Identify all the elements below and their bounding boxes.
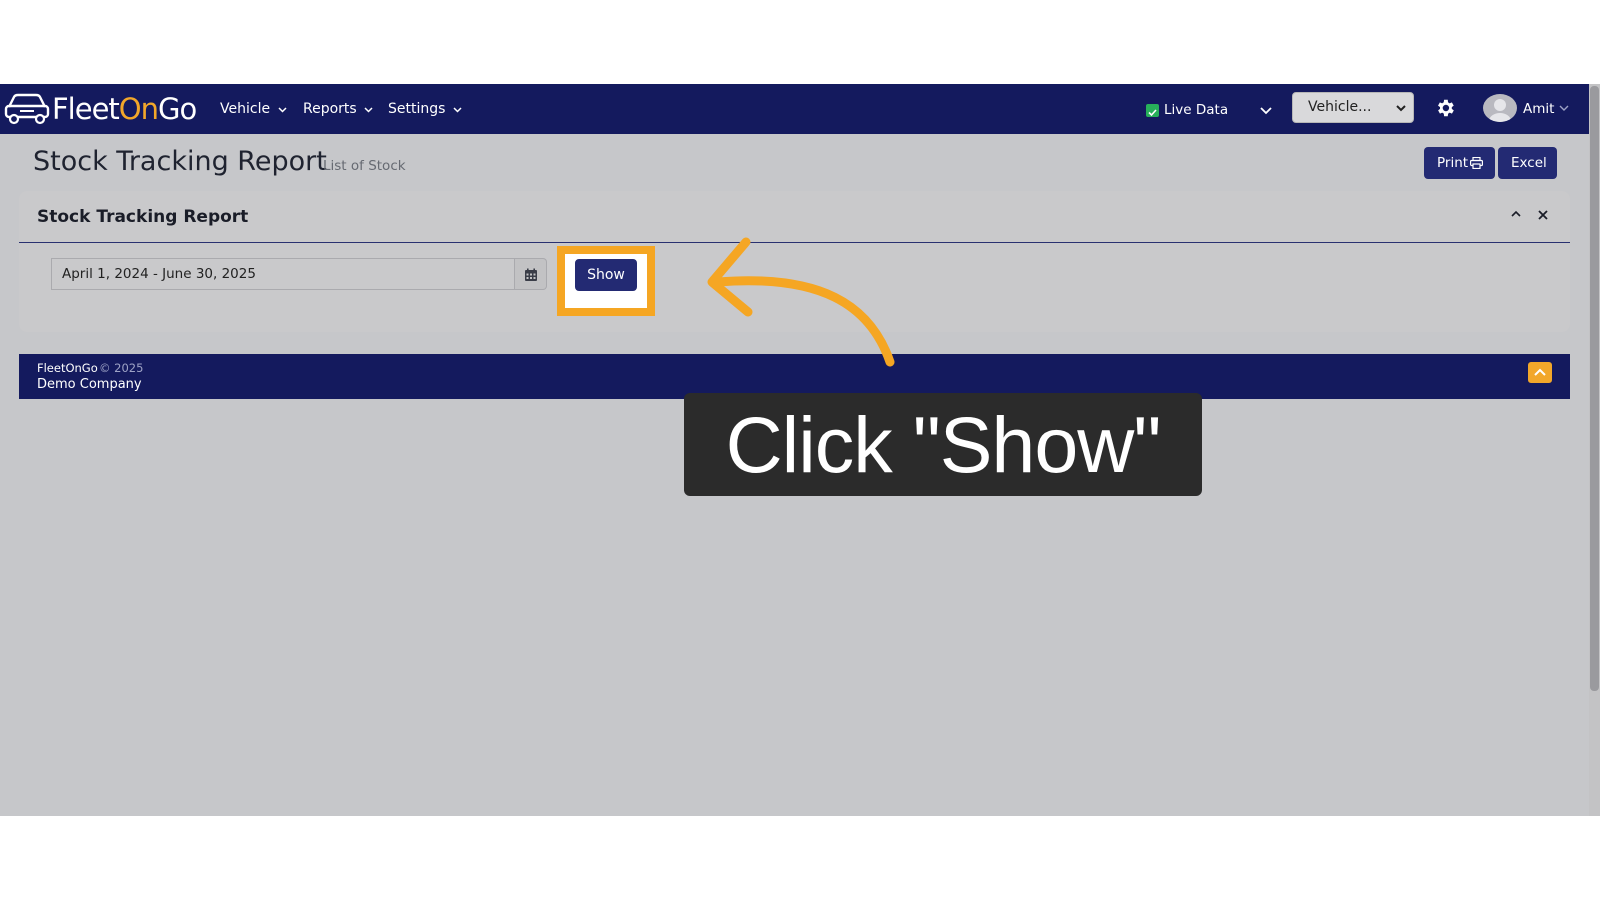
fleetongo-logo[interactable]: FleetOnGo xyxy=(4,90,200,128)
footer-company: Demo Company xyxy=(37,377,142,392)
vehicle-select[interactable]: Vehicle... xyxy=(1292,92,1414,123)
logo-wordmark: FleetOnGo xyxy=(52,92,197,126)
live-data-label[interactable]: Live Data xyxy=(1164,100,1228,120)
user-icon xyxy=(1489,99,1511,122)
chevron-up-icon xyxy=(1534,368,1546,376)
nav-menu-settings[interactable]: Settings xyxy=(388,99,462,119)
print-button[interactable]: Print xyxy=(1424,147,1495,179)
check-icon xyxy=(1148,109,1157,117)
back-to-top-button[interactable] xyxy=(1528,362,1552,383)
chevron-down-icon[interactable] xyxy=(1558,100,1570,116)
scrollbar-thumb[interactable] xyxy=(1590,86,1599,691)
printer-icon xyxy=(1470,157,1483,169)
gear-icon[interactable] xyxy=(1434,97,1456,119)
live-data-checkbox[interactable] xyxy=(1146,104,1159,117)
chevron-down-icon xyxy=(364,107,373,113)
date-range-picker-button[interactable] xyxy=(515,258,547,290)
user-name[interactable]: Amit xyxy=(1523,99,1554,119)
page-title: Stock Tracking Report xyxy=(33,146,327,177)
car-logo-icon xyxy=(4,93,50,125)
chevron-down-icon xyxy=(278,107,287,113)
card-title: Stock Tracking Report xyxy=(37,207,249,227)
close-icon[interactable] xyxy=(1537,209,1549,221)
live-data-dropdown-chevron-icon[interactable] xyxy=(1258,100,1274,120)
calendar-icon xyxy=(525,268,537,281)
footer-copyright: © 2025 xyxy=(99,361,144,375)
annotation-callout: Click "Show" xyxy=(684,393,1202,496)
excel-button[interactable]: Excel xyxy=(1498,147,1557,179)
footer-brand: FleetOnGo xyxy=(37,361,98,375)
chevron-down-icon xyxy=(1396,105,1406,112)
nav-menu-reports[interactable]: Reports xyxy=(303,99,373,119)
nav-menu-label: Settings xyxy=(388,101,446,117)
app-frame: FleetOnGo Vehicle Reports Settings Live … xyxy=(0,84,1600,816)
top-navbar: FleetOnGo Vehicle Reports Settings Live … xyxy=(0,84,1589,134)
nav-menu-label: Vehicle xyxy=(220,101,271,117)
date-range-input[interactable]: April 1, 2024 - June 30, 2025 xyxy=(51,258,515,290)
nav-menu-vehicle[interactable]: Vehicle xyxy=(220,99,287,119)
print-button-label: Print xyxy=(1437,155,1469,171)
vehicle-select-value: Vehicle... xyxy=(1308,99,1372,115)
show-button[interactable]: Show xyxy=(575,259,637,291)
annotation-arrow-icon xyxy=(707,237,895,367)
collapse-chevron-up-icon[interactable] xyxy=(1510,207,1522,221)
user-avatar[interactable] xyxy=(1483,94,1517,122)
chevron-down-icon xyxy=(453,107,462,113)
page-subtitle: List of Stock xyxy=(323,158,406,174)
nav-menu-label: Reports xyxy=(303,101,357,117)
